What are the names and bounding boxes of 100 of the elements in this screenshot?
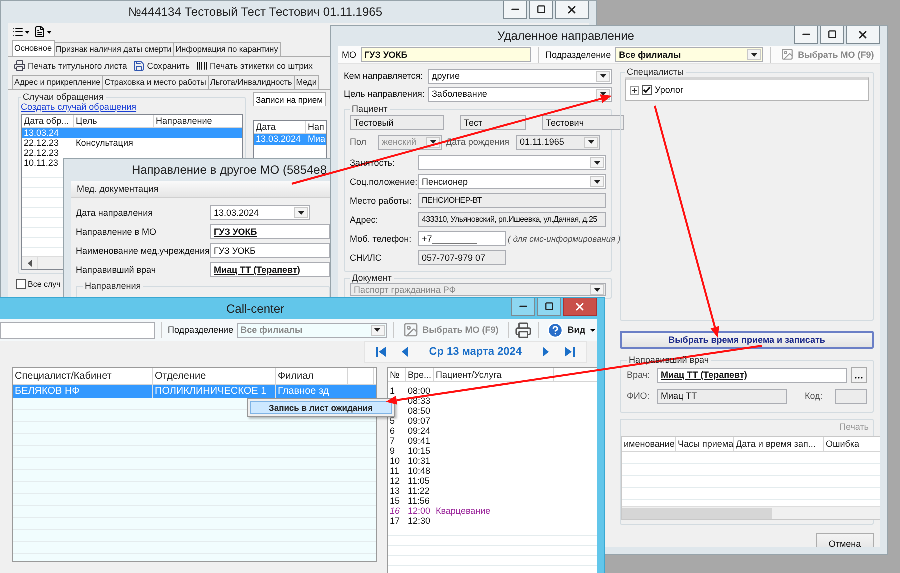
input-field[interactable]: ГУЗ УОКБ bbox=[360, 47, 530, 62]
table-cell-text: 22.12.23 bbox=[23, 138, 60, 148]
tree-item[interactable]: Уролог bbox=[655, 85, 684, 95]
input-field: Тестович bbox=[542, 115, 624, 130]
tab[interactable]: Адрес и прикрепление bbox=[12, 75, 104, 89]
checkbox[interactable] bbox=[642, 85, 652, 95]
table-cell-text: 22.12.23 bbox=[23, 148, 60, 158]
table-cell-text: 11 bbox=[389, 466, 400, 476]
field-hint: ( для смс-информирования ) bbox=[508, 234, 621, 244]
column-header: № bbox=[388, 368, 406, 381]
tab[interactable]: Основное bbox=[12, 40, 55, 56]
first-button[interactable] bbox=[375, 346, 388, 358]
table-cell-text: 09:07 bbox=[407, 416, 432, 426]
column-header: Отделение bbox=[153, 368, 276, 384]
table-cell-text: 09:41 bbox=[407, 436, 432, 446]
toolbar-button[interactable]: Сохранить bbox=[133, 60, 190, 72]
table-cell-text: Консультация bbox=[75, 138, 134, 148]
input-field: Тестовый bbox=[350, 115, 444, 130]
schedule-button[interactable]: Выбрать время приема и записать bbox=[620, 331, 874, 349]
table-row[interactable]: 22.12.23 bbox=[22, 148, 242, 158]
close-icon bbox=[566, 4, 578, 16]
tab[interactable]: Страховка и место работы bbox=[102, 75, 209, 89]
maximize-button[interactable] bbox=[820, 26, 844, 44]
link[interactable]: Создать случай обращения bbox=[21, 102, 137, 113]
caret-icon bbox=[590, 328, 596, 332]
menu-item[interactable]: Запись в лист ожидания bbox=[250, 401, 392, 414]
checkbox[interactable] bbox=[16, 279, 26, 289]
column-header: именование bbox=[622, 437, 676, 451]
close-button[interactable] bbox=[555, 1, 589, 19]
caret-icon bbox=[298, 210, 304, 214]
field-label: Код: bbox=[805, 391, 824, 401]
table-cell-text: 10 bbox=[389, 456, 402, 466]
caret-icon bbox=[600, 74, 606, 78]
field-label: Дата направления bbox=[76, 208, 154, 218]
forward-arrow-icon bbox=[564, 346, 576, 358]
dropdown[interactable]: Пенсионер bbox=[418, 174, 606, 189]
input-field[interactable]: +7_________ bbox=[418, 231, 506, 246]
column-header: Нап bbox=[306, 121, 326, 133]
expand-icon[interactable] bbox=[630, 86, 639, 94]
input-field[interactable]: Миац ТТ (Терапевт) bbox=[657, 368, 847, 382]
input-field[interactable]: ГУЗ УОКБ bbox=[210, 243, 330, 258]
window-title: №444134 Тестовый Тест Тестович 01.11.1965 bbox=[127, 5, 384, 19]
table-cell-text: 1 bbox=[389, 386, 396, 396]
tab[interactable]: Льгота/Инвалидность bbox=[208, 75, 295, 89]
table-cell-text: 12:30 bbox=[407, 516, 432, 526]
close-icon bbox=[857, 28, 869, 40]
caret-icon bbox=[374, 328, 382, 332]
tab[interactable]: Меди bbox=[294, 75, 320, 89]
input-field[interactable]: Миац ТТ (Терапевт) bbox=[210, 262, 330, 277]
dropdown[interactable]: Заболевание bbox=[428, 86, 612, 102]
table-cell-text: 11:56 bbox=[407, 496, 431, 506]
table-cell-text: 16 bbox=[389, 506, 402, 516]
dropdown[interactable]: другие bbox=[428, 68, 612, 84]
caret-icon bbox=[750, 52, 758, 56]
table-row[interactable]: 22.12.23 Консультация bbox=[22, 138, 242, 148]
close-icon bbox=[574, 300, 586, 312]
input-field: Тест bbox=[460, 115, 526, 130]
image-icon bbox=[402, 322, 419, 338]
field-label: Адрес: bbox=[350, 214, 380, 224]
dropdown[interactable]: Все филиалы bbox=[615, 47, 764, 62]
date-label: Ср 13 марта 2024 bbox=[428, 346, 523, 358]
toolbar-button[interactable]: Печать этикетки со штрих bbox=[196, 60, 313, 72]
view-menu-button[interactable]: Вид bbox=[544, 322, 597, 338]
menu-button[interactable] bbox=[34, 24, 52, 40]
table-cell-text: 10:31 bbox=[407, 456, 432, 466]
tab[interactable]: Информация по карантину bbox=[173, 42, 281, 56]
maximize-button[interactable] bbox=[537, 298, 561, 316]
field-label: Подразделение bbox=[546, 50, 612, 60]
dropdown[interactable]: 13.03.2024 bbox=[210, 205, 310, 220]
print-button[interactable] bbox=[514, 322, 532, 338]
browse-button[interactable] bbox=[851, 367, 867, 383]
last-button[interactable] bbox=[564, 346, 576, 358]
image-icon bbox=[781, 48, 794, 61]
close-button[interactable] bbox=[846, 26, 880, 44]
field-label: СНИЛС bbox=[350, 252, 383, 262]
input-field: Миац ТТ bbox=[657, 388, 787, 404]
cancel-button[interactable]: Отмена bbox=[816, 533, 874, 547]
search-field[interactable] bbox=[0, 322, 155, 338]
maximize-button[interactable] bbox=[529, 1, 553, 19]
column-header: Филиал bbox=[276, 368, 348, 384]
column-header: Часы приема bbox=[676, 437, 734, 451]
input-field[interactable]: ГУЗ УОКБ bbox=[210, 224, 330, 239]
caret-icon bbox=[594, 288, 600, 292]
caret-icon bbox=[594, 180, 600, 184]
dropdown[interactable]: 01.11.1965 bbox=[516, 134, 600, 150]
table-cell-text: Главное зд bbox=[277, 385, 330, 398]
tab[interactable]: Признак наличия даты смерти bbox=[54, 42, 174, 56]
caret-icon bbox=[588, 140, 594, 144]
field-label: Направивший врач bbox=[76, 264, 158, 274]
group-title: Документ bbox=[351, 273, 393, 283]
close-button[interactable] bbox=[563, 298, 597, 316]
table-cell-text: 12 bbox=[389, 476, 402, 486]
column-header: Направление bbox=[154, 115, 242, 127]
column-header: Специалист/Кабинет bbox=[13, 368, 153, 384]
tab[interactable]: Записи на прием bbox=[253, 92, 326, 106]
group-title: Пациент bbox=[351, 104, 389, 114]
toolbar-button[interactable]: Печать титульного листа bbox=[14, 60, 128, 72]
input-field: ПЕНСИОНЕР-ВТ bbox=[418, 193, 606, 208]
table-cell-text: 10:48 bbox=[407, 466, 432, 476]
field-label: ФИО: bbox=[627, 391, 651, 401]
